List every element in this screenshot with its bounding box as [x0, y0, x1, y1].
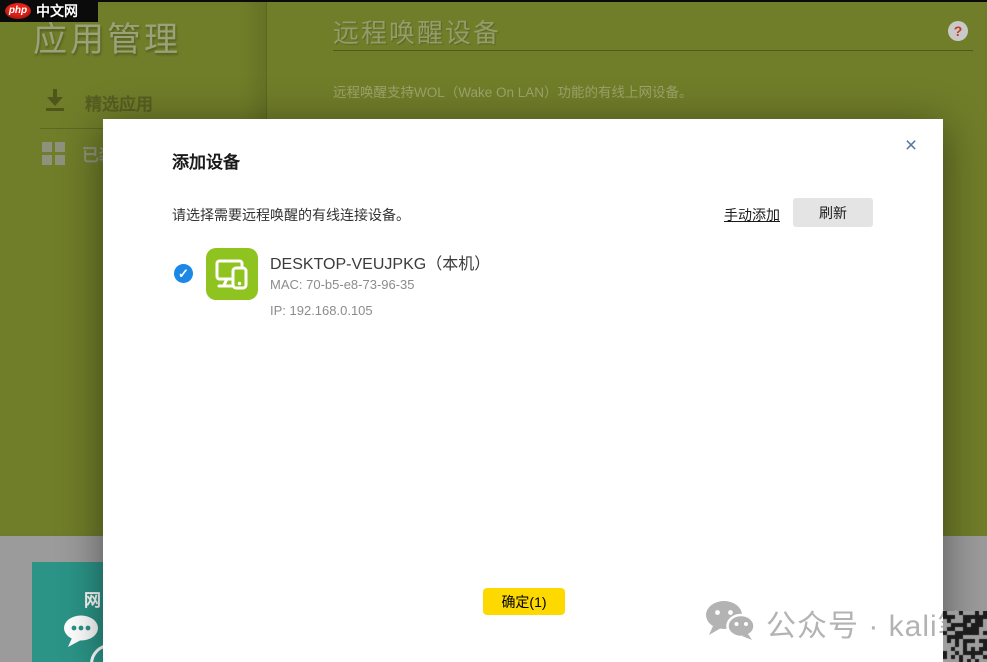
- manual-add-link[interactable]: 手动添加: [724, 205, 780, 225]
- device-icon: [206, 248, 258, 300]
- qr-code: [943, 611, 987, 662]
- help-button[interactable]: ?: [948, 21, 968, 41]
- device-mac: MAC: 70-b5-e8-73-96-35: [270, 277, 415, 292]
- sidebar-item-label: 精选应用: [85, 90, 153, 115]
- dialog-title: 添加设备: [172, 148, 240, 173]
- sidebar-item-featured-apps[interactable]: 精选应用: [42, 88, 153, 117]
- dialog-prompt: 请选择需要远程唤醒的有线连接设备。: [172, 205, 410, 225]
- grid-icon: [42, 142, 65, 165]
- section-title: 远程唤醒设备: [333, 13, 501, 50]
- device-checkbox-checked[interactable]: ✓: [174, 264, 193, 283]
- device-row[interactable]: ✓ DESKTOP-VEUJPKG（本机） MAC: 70-b5-e8-73-9…: [163, 244, 883, 324]
- section-subtitle: 远程唤醒支持WOL（Wake On LAN）功能的有线上网设备。: [333, 81, 693, 101]
- confirm-button[interactable]: 确定(1): [483, 588, 565, 615]
- add-device-dialog: × 添加设备 请选择需要远程唤醒的有线连接设备。 手动添加 刷新 ✓ DESKT…: [103, 119, 943, 662]
- window-top-edge: [0, 0, 987, 2]
- device-name: DESKTOP-VEUJPKG（本机）: [270, 250, 490, 274]
- refresh-button[interactable]: 刷新: [793, 198, 873, 227]
- page-title: 应用管理: [33, 12, 181, 61]
- promo-card-text: 网: [84, 586, 101, 611]
- close-icon[interactable]: ×: [898, 133, 924, 159]
- download-icon: [42, 88, 68, 117]
- section-divider: [333, 50, 973, 51]
- php-logo-icon: php: [5, 3, 31, 19]
- device-ip: IP: 192.168.0.105: [270, 303, 373, 318]
